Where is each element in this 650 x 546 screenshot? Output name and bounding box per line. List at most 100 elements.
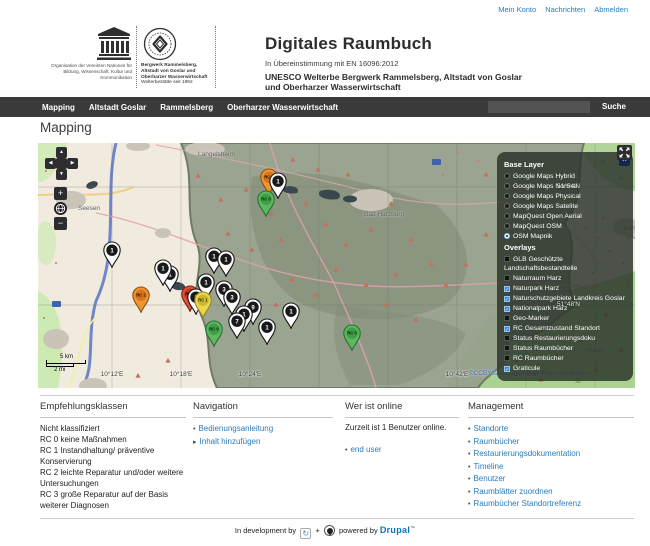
map-marker-white[interactable]: 1 <box>102 241 122 273</box>
base-layer-option[interactable]: OSM Mapnik <box>504 232 626 241</box>
radio-icon[interactable] <box>504 203 510 209</box>
zoom-out-button[interactable]: − <box>54 217 67 230</box>
map-marker-white[interactable]: 7 <box>227 312 247 344</box>
map-marker-green[interactable]: RC 0 <box>256 190 276 222</box>
overlay-option[interactable]: Geo-Marker <box>504 314 626 323</box>
map-town-label: Langelsheim <box>198 151 235 158</box>
bullet-icon: • <box>468 489 470 496</box>
overlay-option[interactable]: Naturraum Harz <box>504 274 626 283</box>
link-standorte[interactable]: Standorte <box>473 424 508 433</box>
zoom-in-button[interactable]: + <box>54 187 67 200</box>
overlay-option[interactable]: ✓Naturpark Harz <box>504 284 626 293</box>
bullet-icon: • <box>468 451 470 458</box>
overlay-label: Status Raumbücher <box>513 345 573 352</box>
link-restaurierungsdokumentation[interactable]: Restaurierungsdokumentation <box>473 449 580 458</box>
graticule-lon-label: 10°42'E <box>446 371 469 378</box>
radio-icon[interactable] <box>504 213 510 219</box>
radio-icon[interactable] <box>504 233 510 239</box>
pan-east-button[interactable]: ▶ <box>67 158 78 169</box>
checkbox-icon[interactable] <box>504 256 510 262</box>
management-column-title: Management <box>468 401 634 418</box>
svg-text:RC 0: RC 0 <box>261 197 271 202</box>
welterbe-line: UNESCO Welterbe Bergwerk Rammelsberg, Al… <box>265 72 533 92</box>
link-benutzer[interactable]: Benutzer <box>473 474 505 483</box>
overlay-option[interactable]: ✓Graticule <box>504 364 626 373</box>
base-layer-option[interactable]: Google Maps Hybrid <box>504 172 626 181</box>
map-marker-white[interactable]: 1 <box>257 318 277 350</box>
nav-item-mapping[interactable]: Mapping <box>42 98 75 118</box>
overlay-label: Naturraum Harz <box>513 275 561 282</box>
map-marker-yellow[interactable]: RC 1 <box>193 291 213 323</box>
svg-text:RC 1: RC 1 <box>198 298 208 303</box>
map-pan-control: ▲ ◀ ▶ ▼ <box>45 147 78 180</box>
map-marker-green[interactable]: RC 0 <box>204 320 224 352</box>
user-link-nachrichten[interactable]: Nachrichten <box>545 5 585 14</box>
link-raumblätter-zuordnen[interactable]: Raumblätter zuordnen <box>473 487 552 496</box>
checkbox-icon[interactable] <box>504 315 510 321</box>
map-marker-white[interactable]: 1 <box>216 250 236 282</box>
link-bedienungsanleitung[interactable]: Bedienungsanleitung <box>198 424 273 433</box>
scale-mi-label: 2 mi <box>54 367 86 373</box>
svg-text:RC 0: RC 0 <box>347 331 357 336</box>
online-column-title: Wer ist online <box>345 401 459 418</box>
map-marker-white[interactable]: 1 <box>281 302 301 334</box>
online-column: Wer ist online Zurzeit ist 1 Benutzer on… <box>345 401 459 457</box>
user-links: Mein Konto Nachrichten Abmelden <box>489 5 628 14</box>
pan-west-button[interactable]: ◀ <box>45 158 56 169</box>
checkbox-icon[interactable] <box>504 355 510 361</box>
legend-line: RC 3 große Reparatur auf der Basis weite… <box>40 489 186 511</box>
drupal-link[interactable]: Drupal <box>380 525 410 535</box>
main-nav-items: Mapping Altstadt Goslar Rammelsberg Oberhar… <box>42 97 352 117</box>
checkbox-icon[interactable] <box>504 335 510 341</box>
pan-south-button[interactable]: ▼ <box>56 169 67 180</box>
nav-item-altstadt-goslar[interactable]: Altstadt Goslar <box>89 98 146 118</box>
nav-item-oberharzer-wasserwirtschaft[interactable]: Oberharzer Wasserwirtschaft <box>227 98 338 118</box>
overlay-option[interactable]: ✓RC Gesamtzustand Standort <box>504 324 626 333</box>
checkbox-icon[interactable]: ✓ <box>504 286 510 292</box>
checkbox-icon[interactable]: ✓ <box>504 326 510 332</box>
radio-icon[interactable] <box>504 223 510 229</box>
bullet-icon: • <box>345 447 347 454</box>
overlay-option[interactable]: Status Raumbücher <box>504 344 626 353</box>
nav-item-rammelsberg[interactable]: Rammelsberg <box>160 98 213 118</box>
checkbox-icon[interactable] <box>504 345 510 351</box>
overlay-label: RC Gesamtzustand Standort <box>513 325 600 332</box>
base-layer-label: Google Maps Satelite <box>513 203 578 210</box>
zoom-world-button[interactable] <box>54 202 67 215</box>
bullet-icon: • <box>468 476 470 483</box>
base-layer-option[interactable]: MapQuest Open Aerial <box>504 212 626 221</box>
base-layer-option[interactable]: MapQuest OSM <box>504 222 626 231</box>
legend-line: RC 2 leichte Reparatur und/oder weitere … <box>40 467 186 489</box>
checkbox-icon[interactable]: ✓ <box>504 366 510 372</box>
checkbox-icon[interactable]: ✓ <box>504 296 510 302</box>
base-layer-option[interactable]: Google Maps Physical <box>504 192 626 201</box>
checkbox-icon[interactable]: ✓ <box>504 306 510 312</box>
checkbox-icon[interactable] <box>504 275 510 281</box>
radio-icon[interactable] <box>504 183 510 189</box>
overlay-option[interactable]: GLB Geschützte Landschaftsbestandteile <box>504 255 626 273</box>
link-end-user[interactable]: end user <box>350 445 381 454</box>
radio-icon[interactable] <box>504 193 510 199</box>
link-inhalt-hinzufügen[interactable]: Inhalt hinzufügen <box>200 437 261 446</box>
base-layer-label: Google Maps Hybrid <box>513 173 575 180</box>
partner-logo-icon <box>324 525 335 536</box>
radio-icon[interactable] <box>504 173 510 179</box>
map-canvas[interactable]: LangelsheimSeesenBad HarzburgIlsenburg(H… <box>38 143 635 388</box>
map-fullscreen-button[interactable] <box>617 145 632 160</box>
link-raumbücher-standortreferenz[interactable]: Raumbücher Standortreferenz <box>473 499 581 508</box>
overlay-option[interactable]: Status Restaurierungsdoku <box>504 334 626 343</box>
link-raumbücher[interactable]: Raumbücher <box>473 437 519 446</box>
map-marker-orange[interactable]: RC 2 <box>131 286 151 318</box>
user-link-mein-konto[interactable]: Mein Konto <box>498 5 536 14</box>
search-input[interactable] <box>488 101 590 113</box>
pan-north-button[interactable]: ▲ <box>56 147 67 158</box>
map-marker-green[interactable]: RC 0 <box>342 324 362 356</box>
link-timeline[interactable]: Timeline <box>473 462 503 471</box>
map-marker-white[interactable]: 1 <box>153 259 173 291</box>
bullet-icon: • <box>468 501 470 508</box>
search-button[interactable]: Suche <box>602 97 626 117</box>
user-link-abmelden[interactable]: Abmelden <box>594 5 628 14</box>
base-layer-option[interactable]: Google Maps Satelite <box>504 202 626 211</box>
overlay-option[interactable]: RC Raumbücher <box>504 354 626 363</box>
map-scale-bar: 5 km 2 mi <box>46 354 86 373</box>
